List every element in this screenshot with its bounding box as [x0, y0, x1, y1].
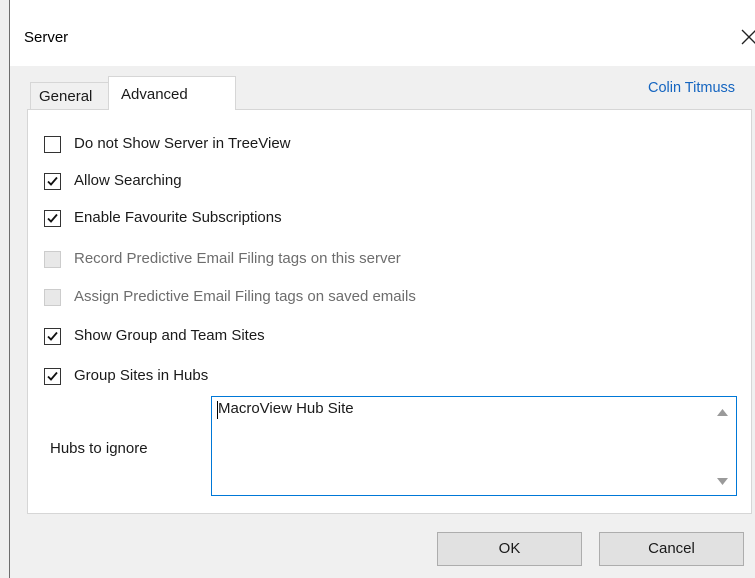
checkbox-label: Do not Show Server in TreeView: [74, 135, 291, 152]
window-border: [9, 0, 10, 578]
checkbox-box[interactable]: [44, 328, 61, 345]
checkbox-box[interactable]: [44, 289, 61, 306]
cancel-button[interactable]: Cancel: [599, 532, 744, 566]
checkmark-icon: [47, 371, 58, 381]
checkbox-label: Show Group and Team Sites: [74, 327, 265, 344]
checkbox-box[interactable]: [44, 136, 61, 153]
user-name: Colin Titmuss: [648, 80, 736, 96]
checkmark-icon: [47, 213, 58, 223]
tab-general-label: General: [39, 88, 93, 105]
checkmark-icon: [47, 331, 58, 341]
scroll-up-icon[interactable]: [717, 409, 728, 416]
checkbox-box[interactable]: [44, 368, 61, 385]
window-title: Server: [24, 29, 69, 46]
scroll-down-icon[interactable]: [717, 478, 728, 485]
checkmark-icon: [47, 176, 58, 186]
checkbox-box[interactable]: [44, 173, 61, 190]
close-button[interactable]: [732, 20, 755, 54]
hubs-to-ignore-textarea[interactable]: MacroView Hub Site: [211, 396, 737, 496]
checkbox-label: Enable Favourite Subscriptions: [74, 209, 282, 226]
checkbox-box[interactable]: [44, 251, 61, 268]
hubs-to-ignore-value: MacroView Hub Site: [218, 400, 354, 417]
title-bar[interactable]: Server: [10, 0, 755, 66]
checkbox-label: Group Sites in Hubs: [74, 367, 209, 384]
checkbox-box[interactable]: [44, 210, 61, 227]
hubs-to-ignore-label: Hubs to ignore: [50, 440, 148, 457]
checkbox-label: Record Predictive Email Filing tags on t…: [74, 250, 401, 267]
tab-general[interactable]: General: [30, 82, 109, 109]
ok-button[interactable]: OK: [437, 532, 582, 566]
close-icon: [741, 29, 755, 45]
tab-advanced[interactable]: Advanced: [108, 76, 236, 110]
checkbox-label: Assign Predictive Email Filing tags on s…: [74, 288, 416, 305]
server-dialog: Server Colin Titmuss General Advanced Do…: [0, 0, 755, 578]
tab-advanced-label: Advanced: [121, 86, 188, 103]
checkbox-label: Allow Searching: [74, 172, 182, 189]
